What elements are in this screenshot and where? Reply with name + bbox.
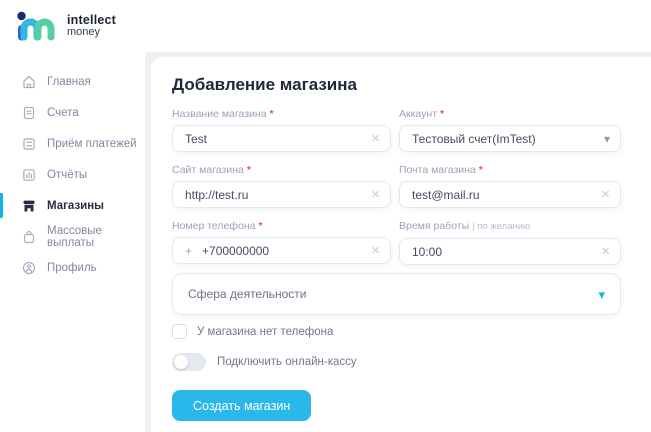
work-hours-label: Время работы [399, 220, 469, 232]
phone-prefix: + [185, 244, 192, 258]
sidebar-item-label: Отчёты [47, 169, 87, 181]
required-mark: * [270, 108, 274, 120]
sidebar-item-label: Приём платежей [47, 138, 137, 150]
profile-icon [21, 260, 37, 276]
work-hours-input[interactable] [412, 245, 595, 259]
sidebar-item-stores[interactable]: Магазины [0, 190, 145, 221]
payments-icon [21, 136, 37, 152]
toggle-knob [174, 355, 188, 369]
online-kassa-row: Подключить онлайн-кассу [172, 353, 627, 371]
create-store-button[interactable]: Создать магазин [172, 390, 311, 421]
reports-icon [21, 167, 37, 183]
account-select-value: Тестовый счет(ImTest) [412, 132, 598, 146]
field-account: Аккаунт * Тестовый счет(ImTest) ▾ [399, 108, 621, 152]
sidebar-item-mass-payouts[interactable]: Массовые выплаты [0, 221, 145, 252]
store-name-label: Название магазина [172, 108, 267, 120]
account-label: Аккаунт [399, 108, 437, 120]
sidebar-item-label: Главная [47, 76, 91, 88]
email-input[interactable] [412, 188, 595, 202]
sidebar-item-invoices[interactable]: Счета [0, 97, 145, 128]
phone-label: Номер телефона [172, 220, 256, 232]
sidebar-item-reports[interactable]: Отчёты [0, 159, 145, 190]
no-phone-checkbox[interactable] [172, 324, 187, 339]
chevron-down-icon[interactable]: ▾ [604, 133, 610, 145]
clear-icon[interactable]: × [371, 131, 380, 146]
logo-mark-icon [16, 11, 58, 41]
required-mark: * [479, 164, 483, 176]
sidebar-item-profile[interactable]: Профиль [0, 252, 145, 283]
sidebar-item-label: Магазины [47, 200, 104, 212]
logo-brand: intellect [67, 14, 116, 27]
no-phone-row: У магазина нет телефона [172, 324, 621, 339]
home-icon [21, 74, 37, 90]
clear-icon[interactable]: × [601, 244, 610, 259]
required-mark: * [259, 220, 263, 232]
account-select[interactable]: Тестовый счет(ImTest) ▾ [399, 125, 621, 152]
site-label: Сайт магазина [172, 164, 244, 176]
online-kassa-label: Подключить онлайн-кассу [217, 356, 357, 368]
sidebar-item-payments[interactable]: Приём платежей [0, 128, 145, 159]
work-hours-optional-note: | по желанию [472, 221, 530, 233]
online-kassa-toggle[interactable] [172, 353, 206, 371]
field-site: Сайт магазина * × [172, 164, 391, 208]
sidebar-item-label: Профиль [47, 262, 97, 274]
email-label: Почта магазина [399, 164, 476, 176]
clear-icon[interactable]: × [371, 187, 380, 202]
logo-brand-sub: money [67, 27, 116, 39]
logo: intellect money [16, 11, 116, 41]
sidebar-item-label: Массовые выплаты [47, 225, 145, 249]
activity-select-label: Сфера деятельности [188, 287, 598, 301]
payouts-bag-icon [21, 229, 37, 245]
clear-icon[interactable]: × [601, 187, 610, 202]
chevron-down-icon: ▾ [598, 288, 605, 301]
store-icon [21, 198, 37, 214]
clear-icon[interactable]: × [371, 243, 380, 258]
required-mark: * [440, 108, 444, 120]
no-phone-label: У магазина нет телефона [197, 326, 333, 338]
field-work-hours: Время работы | по желанию × [399, 220, 621, 265]
store-name-input[interactable] [185, 132, 365, 146]
field-email: Почта магазина * × [399, 164, 621, 208]
field-phone: Номер телефона * + × [172, 220, 391, 265]
main-card: Добавление магазина Название магазина * … [151, 57, 651, 432]
app-header: intellect money [0, 0, 651, 52]
activity-select[interactable]: Сфера деятельности ▾ [172, 273, 621, 315]
phone-input[interactable] [202, 244, 365, 258]
field-store-name: Название магазина * × [172, 108, 391, 152]
page-title: Добавление магазина [172, 74, 627, 96]
store-form: Название магазина * × Аккаунт * Тестовый… [172, 108, 627, 265]
sidebar-item-label: Счета [47, 107, 79, 119]
invoice-icon [21, 105, 37, 121]
sidebar: Главная Счета Приём платежей [0, 52, 145, 432]
sidebar-item-home[interactable]: Главная [0, 66, 145, 97]
site-input[interactable] [185, 188, 365, 202]
required-mark: * [247, 164, 251, 176]
